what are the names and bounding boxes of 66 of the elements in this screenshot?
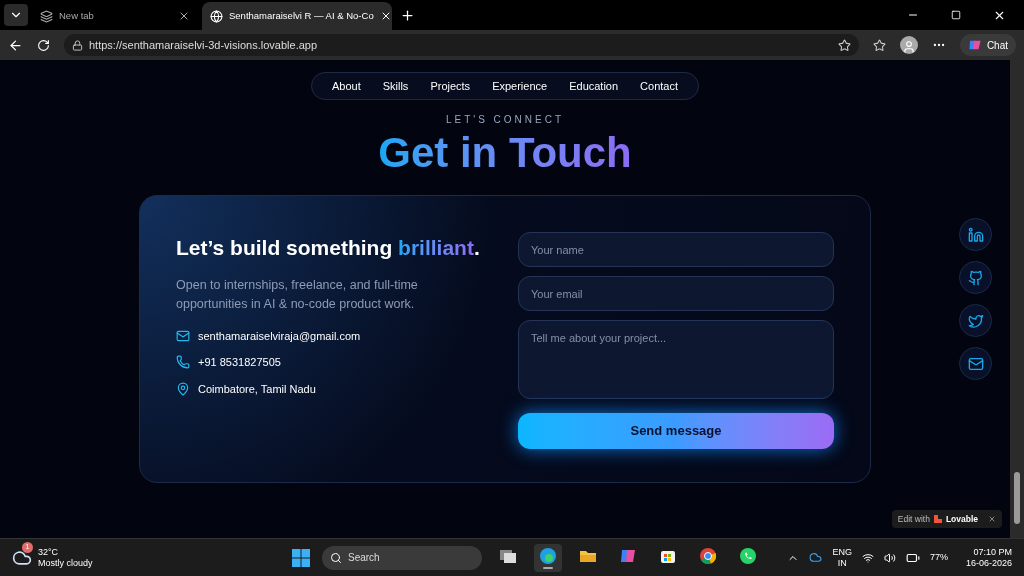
nav-link[interactable]: Education	[559, 77, 629, 95]
temperature-text: 32°C	[38, 546, 60, 558]
send-message-button[interactable]: Send message	[518, 413, 834, 449]
nav-link[interactable]: Skills	[372, 77, 419, 95]
card-heading: Let’s build something brilliant.	[176, 235, 481, 261]
eyebrow-label: LET'S CONNECT	[445, 113, 565, 127]
edit-with-badge[interactable]: Edit with Lovable	[891, 510, 1002, 528]
windows-logo-icon[interactable]	[292, 548, 310, 567]
card-description: Open to internships, freelance, and full-time opportunities in AI & no-code product work.	[176, 276, 419, 313]
profile-avatar[interactable]	[899, 36, 918, 54]
maximize-icon[interactable]	[951, 10, 961, 20]
contact-detail: Coimbatore, Tamil Nadu	[198, 381, 316, 397]
twitter-icon	[967, 312, 984, 329]
search-icon	[330, 551, 342, 564]
url-text: https://senthamaraiselvi-3d-visions.lovable.app	[89, 37, 319, 53]
tab-title: New tab	[59, 8, 95, 23]
new-tab-icon[interactable]	[400, 7, 415, 23]
social-link[interactable]	[959, 347, 992, 380]
tab-list-button[interactable]	[4, 4, 28, 26]
browser-tab[interactable]: Senthamaraiselvi R — AI & No-Co	[202, 2, 392, 30]
social-link[interactable]	[959, 261, 992, 294]
scrollbar[interactable]	[1010, 60, 1024, 538]
badge-label: Edit with	[897, 512, 930, 526]
star-icon[interactable]	[837, 38, 851, 52]
battery-percent: 77%	[929, 550, 948, 564]
wifi-icon[interactable]	[861, 551, 874, 564]
brand-name: Lovable	[945, 512, 978, 526]
browser-tab[interactable]: New tab	[32, 2, 198, 30]
reload-icon[interactable]	[37, 38, 50, 52]
contact-detail: +91 8531827505	[198, 355, 281, 370]
social-link[interactable]	[959, 304, 992, 337]
language-text[interactable]: ENG	[832, 546, 852, 558]
nav-link[interactable]: Contact	[630, 77, 689, 95]
tab-icon	[40, 9, 53, 23]
phone-icon	[176, 355, 190, 370]
input-field[interactable]: Your name	[518, 232, 834, 267]
map-pin-icon	[176, 381, 190, 396]
nav-link[interactable]: Experience	[482, 77, 558, 95]
linkedin-icon	[967, 226, 984, 243]
input-field[interactable]: Your email	[518, 276, 834, 311]
social-link[interactable]	[959, 218, 992, 251]
volume-icon[interactable]	[883, 551, 896, 564]
mail-icon	[967, 355, 984, 372]
address-field[interactable]: https://senthamaraiselvi-3d-visions.lovable.app	[64, 34, 859, 56]
mail-icon	[176, 328, 190, 343]
clock-date[interactable]: 16-06-2026	[965, 557, 1012, 569]
chat-button[interactable]: Chat	[959, 34, 1016, 56]
search-placeholder: Search	[348, 551, 380, 565]
chrome-icon	[698, 546, 718, 566]
nav-link[interactable]: About	[321, 77, 371, 95]
close-icon[interactable]	[178, 10, 190, 22]
lock-icon	[72, 39, 83, 51]
region-text[interactable]: IN	[837, 557, 847, 569]
globe-icon	[210, 9, 223, 23]
github-icon	[967, 269, 984, 286]
tab-title: Senthamaraiselvi R — AI & No-Co	[229, 8, 374, 23]
clock-time[interactable]: 07:10 PM	[973, 546, 1012, 558]
taskbar-search-field[interactable]: Search	[322, 545, 482, 570]
scroll-thumb[interactable]	[1014, 472, 1020, 524]
nav-link[interactable]: Projects	[420, 77, 481, 95]
back-icon[interactable]	[8, 37, 23, 53]
message-field[interactable]: Tell me about your project...	[518, 320, 834, 399]
taskbar-app[interactable]	[534, 543, 562, 572]
favorites-icon[interactable]	[872, 38, 886, 52]
contact-detail: senthamaraiselviraja@gmail.com	[198, 328, 361, 344]
weather-text: Mostly cloudy	[38, 557, 93, 569]
